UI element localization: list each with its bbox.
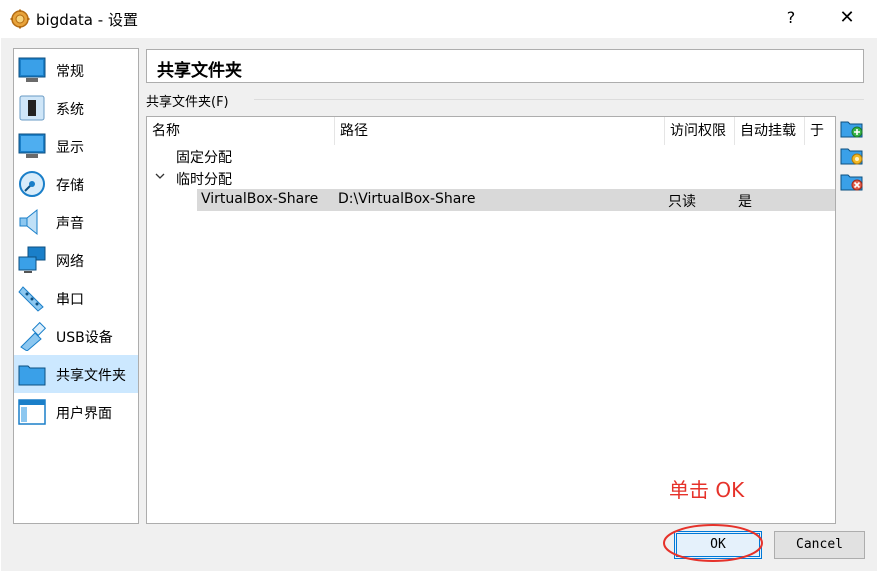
usb-icon: [20, 321, 47, 351]
storage-disc-icon: [19, 171, 45, 197]
group-label: 固定分配: [176, 150, 232, 166]
cell-access: 只读: [668, 194, 696, 210]
column-header-automount[interactable]: 自动挂载: [735, 117, 805, 145]
tree-group-transient[interactable]: 临时分配: [147, 167, 835, 189]
annotation-click-ok: 单击 OK: [669, 478, 745, 502]
edit-shared-folder-icon[interactable]: [840, 143, 864, 167]
add-shared-folder-icon[interactable]: [840, 116, 864, 140]
sidebar-item-usb[interactable]: USB设备: [14, 317, 138, 355]
group-label: 临时分配: [176, 172, 232, 188]
column-header-name[interactable]: 名称: [147, 117, 335, 145]
chevron-down-icon[interactable]: [155, 171, 165, 181]
column-header-path[interactable]: 路径: [335, 117, 665, 145]
speaker-icon: [19, 208, 38, 236]
sidebar-item-label: 声音: [56, 216, 84, 232]
help-button[interactable]: ?: [780, 6, 802, 30]
sidebar-item-serial[interactable]: 串口: [14, 279, 138, 317]
cell-path: D:\VirtualBox-Share: [338, 191, 476, 207]
sidebar-item-label: USB设备: [56, 330, 113, 346]
column-header-at[interactable]: 于: [805, 117, 835, 145]
sidebar-item-audio[interactable]: 声音: [14, 203, 138, 241]
sidebar-item-shared-folders[interactable]: 共享文件夹: [14, 355, 138, 393]
table-row[interactable]: VirtualBox-Share D:\VirtualBox-Share 只读 …: [197, 189, 835, 211]
sidebar-item-label: 常规: [56, 64, 84, 80]
dialog-client: 常规 系统 显示 存储 声音 网络 串口 USB设备 共享文件夹 用户界面 共享…: [1, 38, 877, 571]
sidebar-item-label: 系统: [56, 102, 84, 118]
annotation-circle: [663, 524, 763, 562]
sidebar-item-label: 显示: [56, 140, 84, 156]
settings-sidebar: 常规 系统 显示 存储 声音 网络 串口 USB设备 共享文件夹 用户界面: [13, 48, 139, 524]
cancel-button[interactable]: Cancel: [774, 531, 865, 559]
sidebar-item-storage[interactable]: 存储: [14, 165, 138, 203]
page-header: 共享文件夹: [146, 49, 864, 83]
close-button[interactable]: ✕: [832, 6, 862, 30]
sidebar-item-label: 共享文件夹: [56, 368, 126, 384]
sidebar-item-network[interactable]: 网络: [14, 241, 138, 279]
tree-group-machine[interactable]: 固定分配: [147, 145, 835, 167]
sidebar-item-label: 用户界面: [56, 406, 112, 422]
window-title: bigdata - 设置: [36, 11, 138, 29]
remove-shared-folder-icon[interactable]: [840, 169, 864, 193]
sidebar-item-system[interactable]: 系统: [14, 89, 138, 127]
sidebar-item-display[interactable]: 显示: [14, 127, 138, 165]
sidebar-item-label: 存储: [56, 178, 84, 194]
sidebar-item-user-interface[interactable]: 用户界面: [14, 393, 138, 431]
page-title: 共享文件夹: [157, 61, 242, 81]
network-icon: [18, 246, 46, 273]
title-bar: bigdata - 设置 ? ✕: [0, 0, 878, 38]
cell-name: VirtualBox-Share: [201, 191, 319, 207]
serial-port-icon: [18, 286, 44, 312]
system-chip-icon: [19, 95, 45, 121]
monitor-general-icon: [18, 57, 46, 82]
sidebar-item-label: 串口: [56, 292, 84, 308]
sidebar-item-label: 网络: [56, 254, 84, 270]
shared-folder-icon: [18, 365, 46, 386]
virtualbox-settings-icon: [10, 9, 30, 29]
cell-automount: 是: [738, 194, 752, 210]
sidebar-item-general[interactable]: 常规: [14, 51, 138, 89]
user-interface-icon: [18, 399, 46, 425]
section-label: 共享文件夹(F): [146, 95, 229, 110]
shared-folders-table[interactable]: 名称 路径 访问权限 自动挂载 于 固定分配 临时分配 VirtualBox-S…: [146, 116, 836, 524]
display-monitor-icon: [18, 133, 46, 158]
section-divider: [254, 99, 864, 100]
column-header-access[interactable]: 访问权限: [665, 117, 735, 145]
